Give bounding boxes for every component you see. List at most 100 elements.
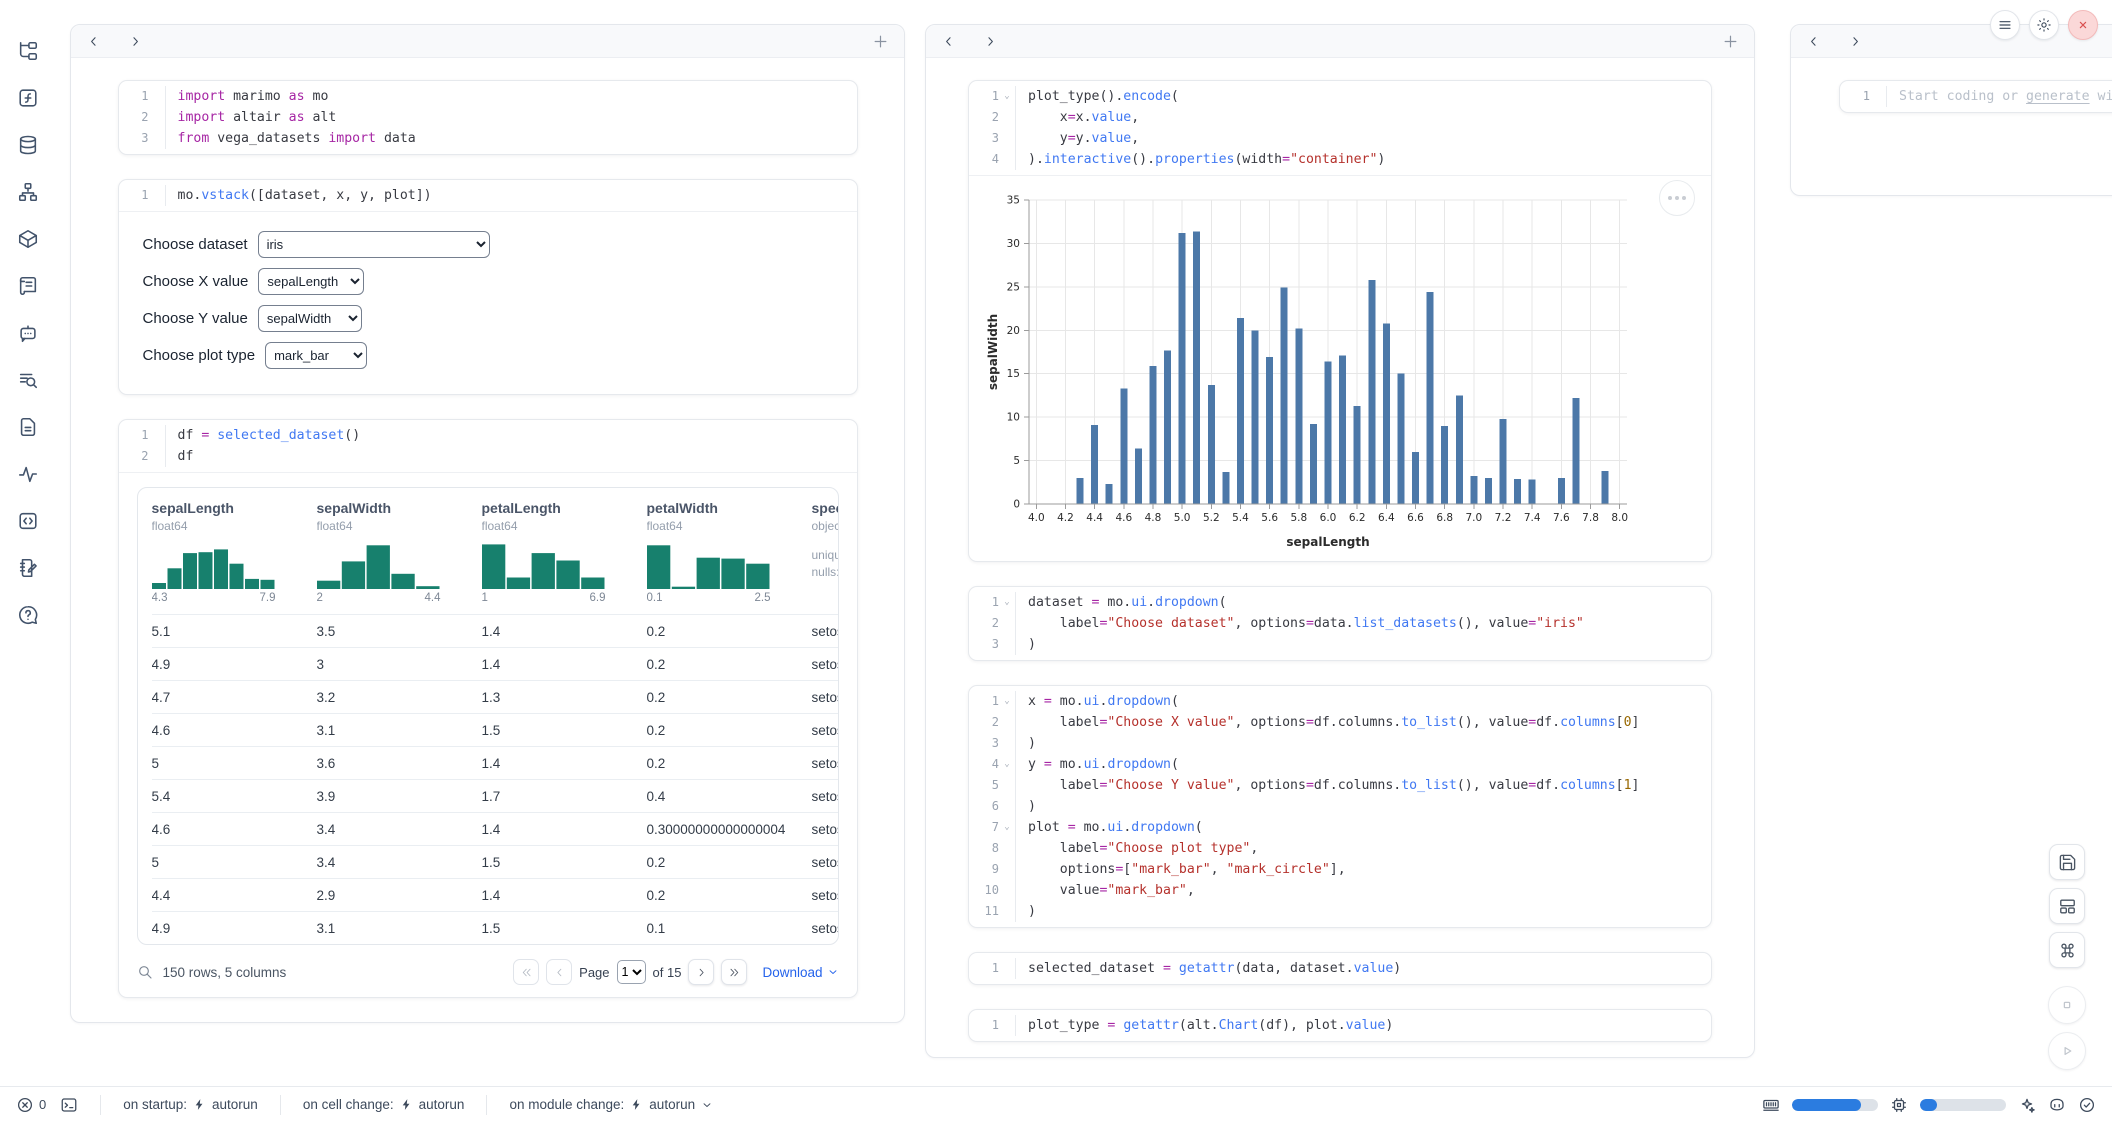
command-button[interactable]	[2049, 932, 2085, 968]
search-icon[interactable]	[137, 964, 153, 980]
play-circle-button[interactable]	[2048, 1032, 2086, 1070]
column-header-sepalWidth[interactable]: sepalWidthfloat6424.4	[317, 500, 482, 614]
settings-button[interactable]	[2029, 10, 2059, 40]
bar-chart[interactable]: 4.04.24.44.64.85.05.25.45.65.86.06.26.46…	[983, 188, 1701, 557]
errors-indicator[interactable]: 0	[16, 1096, 46, 1114]
on-startup-setting[interactable]: on startup: autorun	[123, 1097, 258, 1112]
code-snippets-icon[interactable]	[17, 510, 39, 532]
column-header-petalLength[interactable]: petalLengthfloat6416.9	[482, 500, 647, 614]
svg-text:10: 10	[1007, 412, 1020, 424]
code-line: x=x.value,	[1015, 107, 1139, 128]
chat-bot-icon[interactable]	[17, 322, 39, 344]
table-row: 4.42.91.40.2setosa	[152, 878, 838, 911]
next-page-button[interactable]	[688, 959, 714, 985]
chevron-left-icon[interactable]	[941, 34, 956, 49]
add-cell-icon[interactable]	[872, 33, 889, 50]
code-cell-selected-dataset[interactable]: 1selected_dataset = getattr(data, datase…	[968, 952, 1712, 985]
code-cell-xy-plot-dropdowns[interactable]: 1⌄x = mo.ui.dropdown(2 label="Choose X v…	[968, 685, 1712, 928]
svg-text:35: 35	[1007, 195, 1020, 207]
window-actions	[1990, 10, 2098, 40]
fold-chevron-icon[interactable]: ⌄	[999, 754, 1015, 775]
previous-page-button[interactable]	[546, 959, 572, 985]
page-select[interactable]: 1	[617, 960, 646, 984]
code-cell-vstack[interactable]: 1mo.vstack([dataset, x, y, plot]) Choose…	[118, 179, 858, 395]
control-label: Choose dataset	[143, 236, 248, 253]
chevron-right-icon[interactable]	[983, 34, 998, 49]
log-search-icon[interactable]	[17, 369, 39, 391]
notebook-actions	[2048, 844, 2086, 1070]
activity-icon[interactable]	[17, 463, 39, 485]
stop-circle-button[interactable]	[2048, 986, 2086, 1024]
control-row: Choose dataset iris	[143, 230, 833, 258]
table-row: 4.93.11.50.1setosa	[152, 911, 838, 944]
column-header-petalWidth[interactable]: petalWidthfloat640.12.5	[647, 500, 812, 614]
line-number: 1	[119, 86, 149, 107]
terminal-icon[interactable]	[60, 1096, 78, 1114]
menu-button[interactable]	[1990, 10, 2020, 40]
code-cell-imports[interactable]: 1import marimo as mo2import altair as al…	[118, 80, 858, 155]
on-module-change-setting[interactable]: on module change: autorun	[509, 1097, 713, 1112]
chevron-left-icon[interactable]	[1806, 34, 1821, 49]
code-cell-plot-type[interactable]: 1plot_type = getattr(alt.Chart(df), plot…	[968, 1009, 1712, 1042]
ai-sparkles-icon[interactable]	[2018, 1096, 2036, 1114]
code-line: from vega_datasets import data	[165, 128, 416, 149]
fold-chevron-icon[interactable]: ⌄	[999, 592, 1015, 613]
choose-dataset-select[interactable]: iris	[258, 231, 490, 258]
add-cell-icon[interactable]	[1722, 33, 1739, 50]
code-line: label="Choose dataset", options=data.lis…	[1015, 613, 1584, 634]
column-header-species[interactable]: speciesobjectunique:nulls:	[812, 500, 839, 614]
last-page-button[interactable]	[721, 959, 747, 985]
on-cell-change-setting[interactable]: on cell change: autorun	[303, 1097, 465, 1112]
help-circle-icon[interactable]	[17, 604, 39, 626]
function-square-icon[interactable]	[17, 87, 39, 109]
line-number: 2	[119, 446, 149, 467]
document-icon[interactable]	[17, 416, 39, 438]
line-number: 2	[119, 107, 149, 128]
status-bar: 0 on startup: autorun on cell change: au…	[0, 1086, 2112, 1122]
choose-x-value-select[interactable]: sepalLength	[258, 268, 364, 295]
download-button[interactable]: Download	[762, 965, 838, 980]
close-button[interactable]	[2068, 10, 2098, 40]
chevron-left-icon[interactable]	[86, 34, 101, 49]
scratchpad-icon[interactable]	[17, 557, 39, 579]
chevron-right-icon[interactable]	[1848, 34, 1863, 49]
panel-left-header	[71, 25, 904, 58]
fold-chevron-icon[interactable]: ⌄	[999, 86, 1015, 107]
code-cell-dataframe[interactable]: 1df = selected_dataset()2df sepalLengthf…	[118, 419, 858, 998]
line-number: 10	[969, 880, 999, 901]
copilot-icon[interactable]	[2048, 1096, 2066, 1114]
table-row: 4.931.40.2setosa	[152, 647, 838, 680]
choose-plot-type-select[interactable]: mark_bar	[265, 342, 367, 369]
svg-text:5.0: 5.0	[1174, 512, 1191, 524]
dependency-graph-icon[interactable]	[17, 181, 39, 203]
svg-text:5.4: 5.4	[1232, 512, 1249, 524]
line-number: 3	[969, 128, 999, 149]
svg-text:30: 30	[1007, 238, 1020, 250]
file-tree-icon[interactable]	[17, 40, 39, 62]
code-line: value="mark_bar",	[1015, 880, 1195, 901]
chevron-right-icon[interactable]	[128, 34, 143, 49]
svg-text:4.4: 4.4	[1086, 512, 1103, 524]
column-header-sepalLength[interactable]: sepalLengthfloat644.37.9	[152, 500, 317, 614]
choose-y-value-select[interactable]: sepalWidth	[258, 305, 362, 332]
chart-output[interactable]: 4.04.24.44.64.85.05.25.45.65.86.06.26.46…	[969, 175, 1711, 561]
cpu-icon	[1890, 1096, 1908, 1114]
database-icon[interactable]	[17, 134, 39, 156]
save-button[interactable]	[2049, 844, 2085, 880]
line-number: 9	[969, 859, 999, 880]
svg-text:7.2: 7.2	[1495, 512, 1512, 524]
package-icon[interactable]	[17, 228, 39, 250]
fold-chevron-icon[interactable]: ⌄	[999, 817, 1015, 838]
layout-grid-button[interactable]	[2049, 888, 2085, 924]
first-page-button[interactable]	[513, 959, 539, 985]
code-line: y=y.value,	[1015, 128, 1139, 149]
chart-menu-button[interactable]	[1659, 180, 1695, 216]
control-row: Choose X valuesepalLength	[143, 267, 833, 295]
code-cell-plot[interactable]: 1⌄plot_type().encode(2 x=x.value,3 y=y.v…	[968, 80, 1712, 562]
connection-status-icon[interactable]	[2078, 1096, 2096, 1114]
fold-chevron-icon[interactable]: ⌄	[999, 691, 1015, 712]
script-icon[interactable]	[17, 275, 39, 297]
code-cell-dataset-dropdown[interactable]: 1⌄dataset = mo.ui.dropdown(2 label="Choo…	[968, 586, 1712, 661]
generate-link[interactable]: generate	[2026, 89, 2090, 104]
empty-code-cell[interactable]: 1 Start coding or generate with	[1839, 80, 2112, 113]
